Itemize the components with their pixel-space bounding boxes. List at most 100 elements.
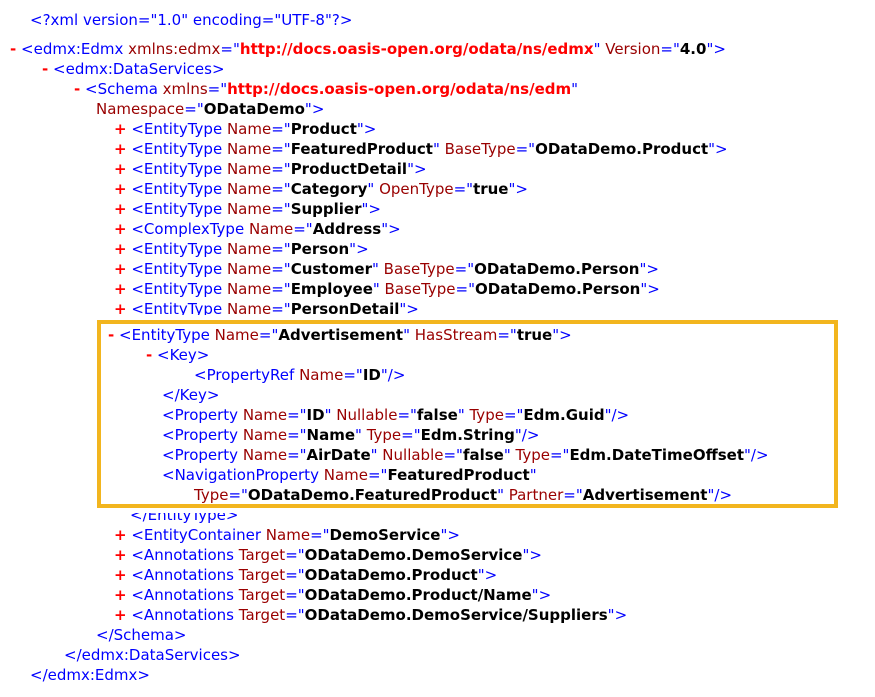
attribute-name: Target	[238, 586, 286, 604]
expand-toggle[interactable]: +	[114, 586, 127, 604]
xml-tag-token: ">	[508, 180, 528, 198]
xml-line: - <Key>	[146, 345, 209, 365]
xml-tag-token: ">	[356, 120, 377, 138]
attribute-name: xmlns:edmx	[128, 40, 221, 58]
xml-tag-token: ="	[497, 326, 517, 344]
expand-toggle[interactable]: +	[114, 200, 127, 218]
xml-tag-token: <Annotations	[131, 566, 239, 584]
xml-line: <NavigationProperty Name="FeaturedProduc…	[162, 465, 537, 485]
expand-toggle[interactable]: +	[114, 180, 127, 198]
attribute-value: Employee	[290, 280, 373, 298]
xml-tag-token: ="	[503, 406, 524, 424]
attribute-name: Name	[323, 466, 368, 484]
attribute-name: Name	[226, 160, 272, 178]
xml-tag-token: "	[529, 466, 537, 484]
xml-line: + <EntityType Name="Customer" BaseType="…	[114, 259, 659, 279]
expand-toggle[interactable]: +	[114, 240, 127, 258]
attribute-name: Namespace	[96, 100, 185, 118]
expand-toggle[interactable]: +	[114, 220, 127, 238]
xml-line: + <EntityType Name="Employee" BaseType="…	[114, 279, 660, 299]
attribute-value: FeaturedProduct	[290, 140, 433, 158]
attribute-value: true	[473, 180, 509, 198]
xml-tag-token: ="	[271, 120, 291, 138]
xml-tag-token: ="	[271, 180, 291, 198]
xml-tag-token: ="	[285, 606, 305, 624]
expand-toggle[interactable]: +	[114, 120, 127, 138]
namespace-url: http://docs.oasis-open.org/odata/ns/edmx	[239, 40, 594, 58]
expand-toggle[interactable]: +	[114, 300, 127, 315]
attribute-name: Name	[242, 406, 288, 424]
xml-tag-token: <EntityType	[131, 160, 227, 178]
xml-line: + <EntityContainer Name="DemoService">	[114, 525, 460, 545]
xml-tag-token: ="	[310, 526, 330, 544]
collapse-toggle[interactable]: -	[74, 80, 80, 98]
xml-line: - <edmx:Edmx xmlns:edmx="http://docs.oas…	[10, 39, 726, 59]
collapse-toggle[interactable]: -	[146, 346, 152, 364]
xml-tag-token: ="	[549, 446, 570, 464]
xml-line: + <EntityType Name="Person">	[114, 239, 369, 259]
xml-tag-token: <EntityType	[131, 200, 227, 218]
xml-line: <Property Name="Name" Type="Edm.String"/…	[162, 425, 539, 445]
xml-tag-token: <Annotations	[131, 546, 239, 564]
xml-tag-token: ="	[228, 486, 248, 504]
attribute-value: ODataDemo.DemoService	[304, 546, 523, 564]
xml-tag-token: ="	[397, 406, 417, 424]
attribute-value: ODataDemo.FeaturedProduct	[247, 486, 498, 504]
xml-tag-token: <Schema	[85, 80, 163, 98]
xml-line: </edmx:DataServices>	[64, 645, 241, 665]
expand-toggle[interactable]: +	[114, 566, 127, 584]
expand-toggle[interactable]: +	[114, 606, 127, 624]
xml-line: + <Annotations Target="ODataDemo.Product…	[114, 585, 551, 605]
expand-toggle[interactable]: +	[114, 160, 127, 178]
xml-tag-token: "	[503, 446, 516, 464]
xml-tag-token: <NavigationProperty	[162, 466, 324, 484]
xml-tag-token: "/>	[514, 426, 540, 444]
attribute-value: ODataDemo	[203, 100, 305, 118]
xml-tag-token: ="	[343, 366, 363, 384]
xml-tag-token: ="	[285, 546, 305, 564]
xml-tag-token: ">	[477, 566, 498, 584]
attribute-value: ODataDemo.Product	[304, 566, 478, 584]
xml-tag-token: ">	[349, 240, 369, 258]
attribute-name: Name	[214, 326, 259, 344]
expand-toggle[interactable]: +	[114, 260, 127, 278]
xml-tag-token: <EntityType	[131, 260, 227, 278]
attribute-value: Edm.String	[420, 426, 515, 444]
xml-tag-token: <EntityType	[131, 240, 227, 258]
xml-tag-token: "	[367, 180, 380, 198]
xml-tag-token: <Annotations	[131, 586, 239, 604]
attribute-value: Category	[290, 180, 368, 198]
attribute-name: Name	[226, 140, 272, 158]
xml-tag-token: "	[403, 326, 415, 344]
xml-tag-token: <Property	[162, 426, 243, 444]
attribute-value: AirDate	[306, 446, 371, 464]
xml-tag-token: "	[497, 486, 509, 504]
xml-tag-token: "	[432, 140, 445, 158]
attribute-name: Name	[248, 220, 294, 238]
xml-tag-token: ="	[660, 40, 680, 58]
xml-tag-token: <Property	[162, 406, 243, 424]
xml-tag-token: <ComplexType	[131, 220, 249, 238]
attribute-value: DemoService	[329, 526, 441, 544]
attribute-name: Name	[226, 180, 272, 198]
xml-tag-token: ">	[708, 140, 728, 158]
attribute-value: false	[462, 446, 504, 464]
expand-toggle[interactable]: +	[114, 140, 127, 158]
attribute-name: Name	[226, 300, 272, 315]
attribute-name: Name	[265, 526, 311, 544]
xml-tag-token: ="	[220, 40, 240, 58]
xml-tag-token: ">	[361, 200, 381, 218]
xml-line: </EntityType>	[130, 513, 238, 525]
attribute-value: FeaturedProduct	[387, 466, 530, 484]
collapse-toggle[interactable]: -	[10, 40, 16, 58]
attribute-name: Nullable	[336, 406, 398, 424]
expand-toggle[interactable]: +	[114, 546, 127, 564]
xml-line: + <EntityType Name="Product">	[114, 119, 376, 139]
expand-toggle[interactable]: +	[114, 280, 127, 298]
collapse-toggle[interactable]: -	[108, 326, 114, 344]
xml-tag-token: ="	[443, 446, 463, 464]
expand-toggle[interactable]: +	[114, 526, 127, 544]
xml-line: + <EntityType Name="PersonDetail">	[114, 299, 419, 315]
attribute-name: Name	[226, 240, 272, 258]
collapse-toggle[interactable]: -	[42, 60, 48, 78]
